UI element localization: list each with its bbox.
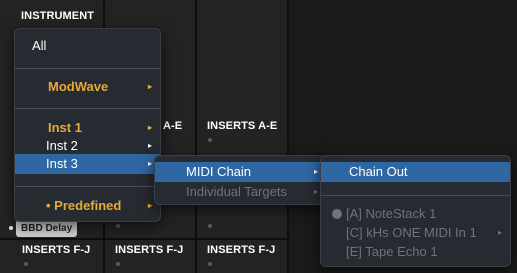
menu-item-label: [E] Tape Echo 1 <box>346 244 438 259</box>
header-inserts-ae: INSERTS A-E <box>207 120 278 132</box>
menu-separator <box>321 195 510 196</box>
menu-item-label: ModWave <box>48 79 109 94</box>
menu-item-all[interactable]: All <box>15 36 160 56</box>
slot-dot <box>208 262 212 266</box>
submenu-arrow-icon: ▸ <box>314 187 319 196</box>
midi-chain-submenu: Chain Out [A] NoteStack 1 [C] kHs ONE MI… <box>320 155 511 267</box>
menu-item-label: MIDI Chain <box>186 164 252 179</box>
submenu-arrow-icon: ▸ <box>148 141 153 150</box>
menu-separator <box>15 108 160 109</box>
menu-item-label: [C] kHs ONE MIDI In 1 <box>346 225 477 240</box>
menu-item-inst-3[interactable]: Inst 3 ▸ <box>15 154 160 174</box>
menu-item-label: • Predefined <box>46 198 122 213</box>
menu-item-notestack[interactable]: [A] NoteStack 1 <box>321 204 510 224</box>
submenu-arrow-icon: ▸ <box>148 159 153 168</box>
menu-item-inst-2[interactable]: Inst 2 ▸ <box>15 136 160 156</box>
menu-separator <box>15 68 160 69</box>
menu-item-individual-targets[interactable]: Individual Targets ▸ <box>155 182 325 202</box>
slot-dot <box>116 262 120 266</box>
effect-badge[interactable]: BBD Delay <box>9 220 78 237</box>
menu-item-chain-out[interactable]: Chain Out <box>321 162 510 182</box>
header-inserts-ae-partial: A-E <box>163 120 183 132</box>
menu-separator <box>15 186 160 187</box>
menu-item-label: Inst 3 <box>46 156 78 171</box>
header-instrument: INSTRUMENT <box>21 10 95 22</box>
menu-item-label: Chain Out <box>349 164 408 179</box>
slot-dot <box>208 138 212 142</box>
submenu-arrow-icon: ▸ <box>498 228 503 237</box>
menu-item-midi-chain[interactable]: MIDI Chain ▸ <box>155 162 325 182</box>
divider <box>195 0 197 273</box>
menu-item-inst-1[interactable]: Inst 1 ▸ <box>15 118 160 138</box>
column-3 <box>197 0 287 273</box>
menu-item-tape-echo[interactable]: [E] Tape Echo 1 <box>321 242 510 262</box>
menu-item-label: Inst 1 <box>48 120 82 135</box>
menu-item-label: Individual Targets <box>186 184 287 199</box>
badge-label: BBD Delay <box>21 223 73 234</box>
slot-dot <box>24 262 28 266</box>
menu-item-label: Inst 2 <box>46 138 78 153</box>
submenu-arrow-icon: ▸ <box>148 123 153 132</box>
menu-item-khs-one-midi-in[interactable]: [C] kHs ONE MIDI In 1 ▸ <box>321 223 510 243</box>
menu-item-label: [A] NoteStack 1 <box>346 206 437 221</box>
submenu-arrow-icon: ▸ <box>148 201 153 210</box>
target-menu: All ModWave ▸ Inst 1 ▸ Inst 2 ▸ Inst 3 ▸… <box>14 28 161 222</box>
header-inserts-fj: INSERTS F-J <box>207 244 276 256</box>
divider <box>287 0 289 273</box>
menu-item-modwave[interactable]: ModWave ▸ <box>15 77 160 97</box>
badge-dot <box>9 226 13 230</box>
menu-item-predefined[interactable]: • Predefined ▸ <box>15 196 160 216</box>
submenu-arrow-icon: ▸ <box>314 167 319 176</box>
submenu-arrow-icon: ▸ <box>148 82 153 91</box>
bullet-icon <box>332 209 342 219</box>
inst3-submenu: MIDI Chain ▸ Individual Targets ▸ <box>154 155 326 205</box>
menu-item-label: All <box>32 38 47 53</box>
header-inserts-fj: INSERTS F-J <box>22 244 91 256</box>
header-inserts-fj: INSERTS F-J <box>115 244 184 256</box>
slot-dot <box>208 224 212 228</box>
divider <box>0 238 290 240</box>
slot-dot <box>116 224 120 228</box>
